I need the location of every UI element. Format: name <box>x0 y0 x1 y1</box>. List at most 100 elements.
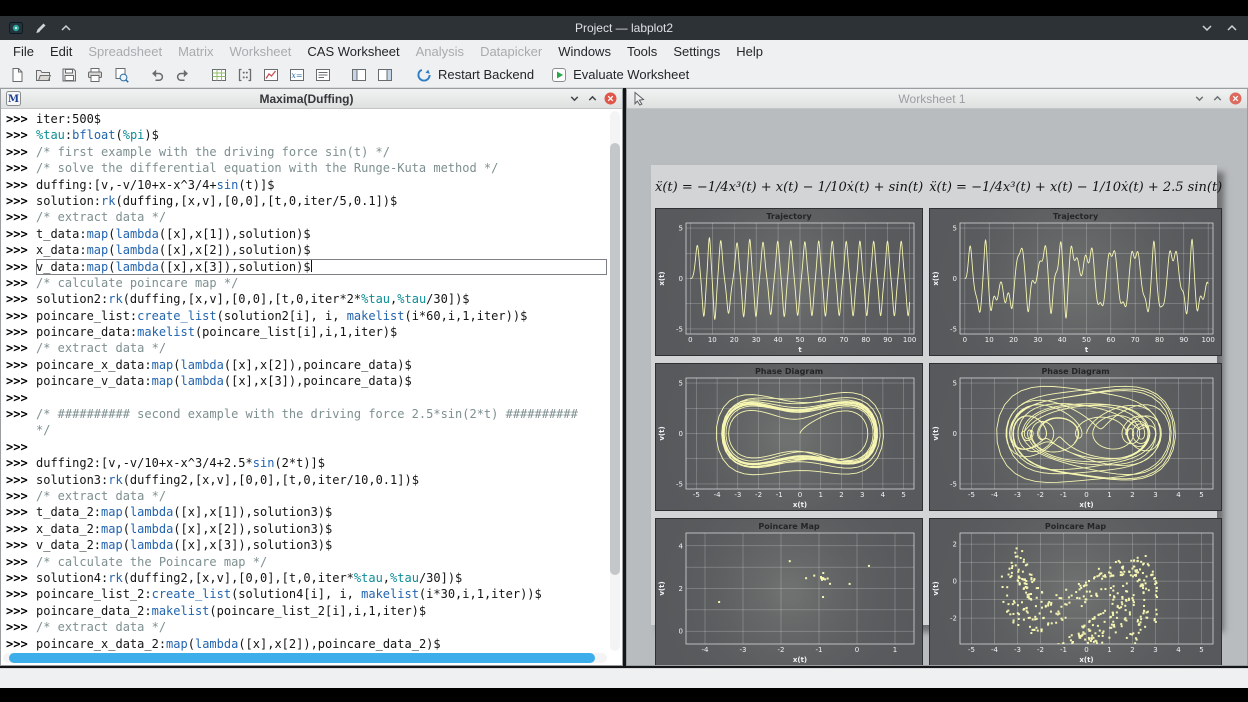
keep-above-icon[interactable] <box>58 20 74 36</box>
console-line[interactable]: >>>duffing2:[v,-v/10+x-x^3/4+2.5*sin(2*t… <box>6 455 607 471</box>
menu-file[interactable]: File <box>5 42 42 61</box>
evaluate-worksheet-button[interactable]: Evaluate Worksheet <box>543 65 697 85</box>
console-line[interactable]: >>>v_data:map(lambda([x],x[3]),solution)… <box>6 259 607 275</box>
plot-trajectory-1[interactable] <box>655 208 923 356</box>
console-line[interactable]: >>>%tau:bfloat(%pi)$ <box>6 127 607 143</box>
console-line[interactable]: >>>poincare_list_2:create_list(solution4… <box>6 586 607 602</box>
console-line[interactable]: >>>/* extract data */ <box>6 488 607 504</box>
toolbar-button-new-matrix[interactable] <box>232 63 257 86</box>
console-line[interactable]: >>>/* extract data */ <box>6 619 607 635</box>
console-line[interactable]: >>>t_data:map(lambda([x],x[1]),solution)… <box>6 226 607 242</box>
close-window-icon[interactable] <box>603 92 617 106</box>
console-code[interactable] <box>36 439 607 455</box>
restart-backend-button[interactable]: Restart Backend <box>408 65 542 85</box>
menu-edit[interactable]: Edit <box>42 42 80 61</box>
console-code[interactable]: /* solve the differential equation with … <box>36 160 607 176</box>
console-code[interactable]: t_data:map(lambda([x],x[1]),solution)$ <box>36 226 607 242</box>
console-line[interactable]: >>>t_data_2:map(lambda([x],x[1]),solutio… <box>6 504 607 520</box>
expand-window-icon[interactable] <box>1210 92 1224 106</box>
console-code[interactable]: duffing:[v,-v/10+x-x^3/4+sin(t)]$ <box>36 177 607 193</box>
console-code[interactable]: */ <box>36 422 607 438</box>
console-line[interactable]: */ <box>6 422 607 438</box>
vertical-scrollbar[interactable] <box>610 111 620 651</box>
horizontal-scrollbar-handle[interactable] <box>9 653 595 663</box>
console-code[interactable]: poincare_data:makelist(poincare_list[i],… <box>36 324 607 340</box>
toolbar-button-undo[interactable] <box>144 63 169 86</box>
console-line[interactable]: >>> <box>6 439 607 455</box>
toolbar-button-open-file[interactable] <box>30 63 55 86</box>
console-code[interactable]: poincare_list:create_list(solution2[i], … <box>36 308 607 324</box>
menu-windows[interactable]: Windows <box>550 42 619 61</box>
console-code[interactable]: /* calculate the Poincare map */ <box>36 554 607 570</box>
console-code[interactable]: duffing2:[v,-v/10+x-x^3/4+2.5*sin(2*t)]$ <box>36 455 607 471</box>
console-line[interactable]: >>>poincare_v_data:map(lambda([x],x[3]),… <box>6 373 607 389</box>
console-line[interactable]: >>>iter:500$ <box>6 111 607 127</box>
equation-label-1[interactable]: ẍ(t) = −1/4x³(t) + x(t) − 1/10ẋ(t) + s… <box>655 173 923 201</box>
cas-console[interactable]: >>>iter:500$>>>%tau:bfloat(%pi)$>>>/* fi… <box>1 109 622 665</box>
shade-up-icon[interactable] <box>1224 20 1240 36</box>
toolbar-button-new-worksheet[interactable] <box>258 63 283 86</box>
console-code[interactable]: poincare_data_2:makelist(poincare_list_2… <box>36 603 607 619</box>
menu-tools[interactable]: Tools <box>619 42 665 61</box>
toolbar-button-toggle-right-panel[interactable] <box>372 63 397 86</box>
toolbar-button-save[interactable] <box>56 63 81 86</box>
console-line[interactable]: >>>poincare_x_data:map(lambda([x],x[2]),… <box>6 357 607 373</box>
console-line[interactable]: >>>poincare_list:create_list(solution2[i… <box>6 308 607 324</box>
menu-cas-worksheet[interactable]: CAS Worksheet <box>299 42 407 61</box>
console-code[interactable]: solution3:rk(duffing2,[x,v],[0,0],[t,0,i… <box>36 472 607 488</box>
console-line[interactable]: >>>poincare_x_data_2:map(lambda([x],x[2]… <box>6 636 607 652</box>
maxima-window-titlebar[interactable]: M Maxima(Duffing) <box>1 89 622 109</box>
console-code[interactable]: v_data_2:map(lambda([x],x[3]),solution3)… <box>36 537 607 553</box>
console-code[interactable]: iter:500$ <box>36 111 607 127</box>
console-code[interactable]: /* extract data */ <box>36 619 607 635</box>
expand-window-icon[interactable] <box>585 92 599 106</box>
console-code[interactable]: v_data:map(lambda([x],x[3]),solution)$ <box>36 259 607 275</box>
console-code[interactable]: poincare_x_data_2:map(lambda([x],x[2]),p… <box>36 636 607 652</box>
toolbar-button-print-preview[interactable] <box>108 63 133 86</box>
console-line[interactable]: >>>solution2:rk(duffing,[x,v],[0,0],[t,0… <box>6 291 607 307</box>
edit-icon[interactable] <box>33 20 49 36</box>
plot-poincare-map-2[interactable] <box>929 518 1222 665</box>
toolbar-button-insert-cas-entry[interactable]: x= <box>284 63 309 86</box>
console-code[interactable]: %tau:bfloat(%pi)$ <box>36 127 607 143</box>
console-code[interactable]: x_data_2:map(lambda([x],x[2]),solution3)… <box>36 521 607 537</box>
console-line[interactable]: >>>/* first example with the driving for… <box>6 144 607 160</box>
console-line[interactable]: >>>duffing:[v,-v/10+x-x^3/4+sin(t)]$ <box>6 177 607 193</box>
console-line[interactable]: >>>solution3:rk(duffing2,[x,v],[0,0],[t,… <box>6 472 607 488</box>
console-code[interactable]: solution:rk(duffing,[x,v],[0,0],[t,0,ite… <box>36 193 607 209</box>
console-code[interactable] <box>36 390 607 406</box>
vertical-scrollbar-handle[interactable] <box>610 143 620 575</box>
console-code[interactable]: /* extract data */ <box>36 209 607 225</box>
console-code[interactable]: x_data:map(lambda([x],x[2]),solution)$ <box>36 242 607 258</box>
console-code[interactable]: t_data_2:map(lambda([x],x[1]),solution3)… <box>36 504 607 520</box>
console-line[interactable]: >>>poincare_data_2:makelist(poincare_lis… <box>6 603 607 619</box>
menu-help[interactable]: Help <box>728 42 771 61</box>
toolbar-button-toggle-left-panel[interactable] <box>346 63 371 86</box>
worksheet-window-titlebar[interactable]: Worksheet 1 <box>627 89 1247 109</box>
console-code[interactable]: /* calculate poincare map */ <box>36 275 607 291</box>
console-line[interactable]: >>>/* ########## second example with the… <box>6 406 607 422</box>
toolbar-button-insert-text-entry[interactable] <box>310 63 335 86</box>
console-line[interactable]: >>>solution4:rk(duffing2,[x,v],[0,0],[t,… <box>6 570 607 586</box>
console-line[interactable]: >>>/* calculate the Poincare map */ <box>6 554 607 570</box>
collapse-window-icon[interactable] <box>567 92 581 106</box>
shade-down-icon[interactable] <box>1199 20 1215 36</box>
console-line[interactable]: >>>poincare_data:makelist(poincare_list[… <box>6 324 607 340</box>
console-code[interactable]: poincare_v_data:map(lambda([x],x[3]),poi… <box>36 373 607 389</box>
horizontal-scrollbar[interactable] <box>3 653 607 663</box>
console-line[interactable]: >>>x_data:map(lambda([x],x[2]),solution)… <box>6 242 607 258</box>
menu-settings[interactable]: Settings <box>665 42 728 61</box>
console-line[interactable]: >>>/* solve the differential equation wi… <box>6 160 607 176</box>
toolbar-button-print[interactable] <box>82 63 107 86</box>
collapse-window-icon[interactable] <box>1192 92 1206 106</box>
close-window-icon[interactable] <box>1228 92 1242 106</box>
worksheet-view[interactable]: ẍ(t) = −1/4x³(t) + x(t) − 1/10ẋ(t) + s… <box>627 109 1247 665</box>
console-code[interactable]: /* ########## second example with the dr… <box>36 406 607 422</box>
plot-phase-diagram-1[interactable] <box>655 363 923 511</box>
console-line[interactable]: >>>/* extract data */ <box>6 209 607 225</box>
console-code[interactable]: solution2:rk(duffing,[x,v],[0,0],[t,0,it… <box>36 291 607 307</box>
console-code[interactable]: /* extract data */ <box>36 488 607 504</box>
console-code[interactable]: /* extract data */ <box>36 340 607 356</box>
console-line[interactable]: >>>/* extract data */ <box>6 340 607 356</box>
console-code[interactable]: /* first example with the driving force … <box>36 144 607 160</box>
